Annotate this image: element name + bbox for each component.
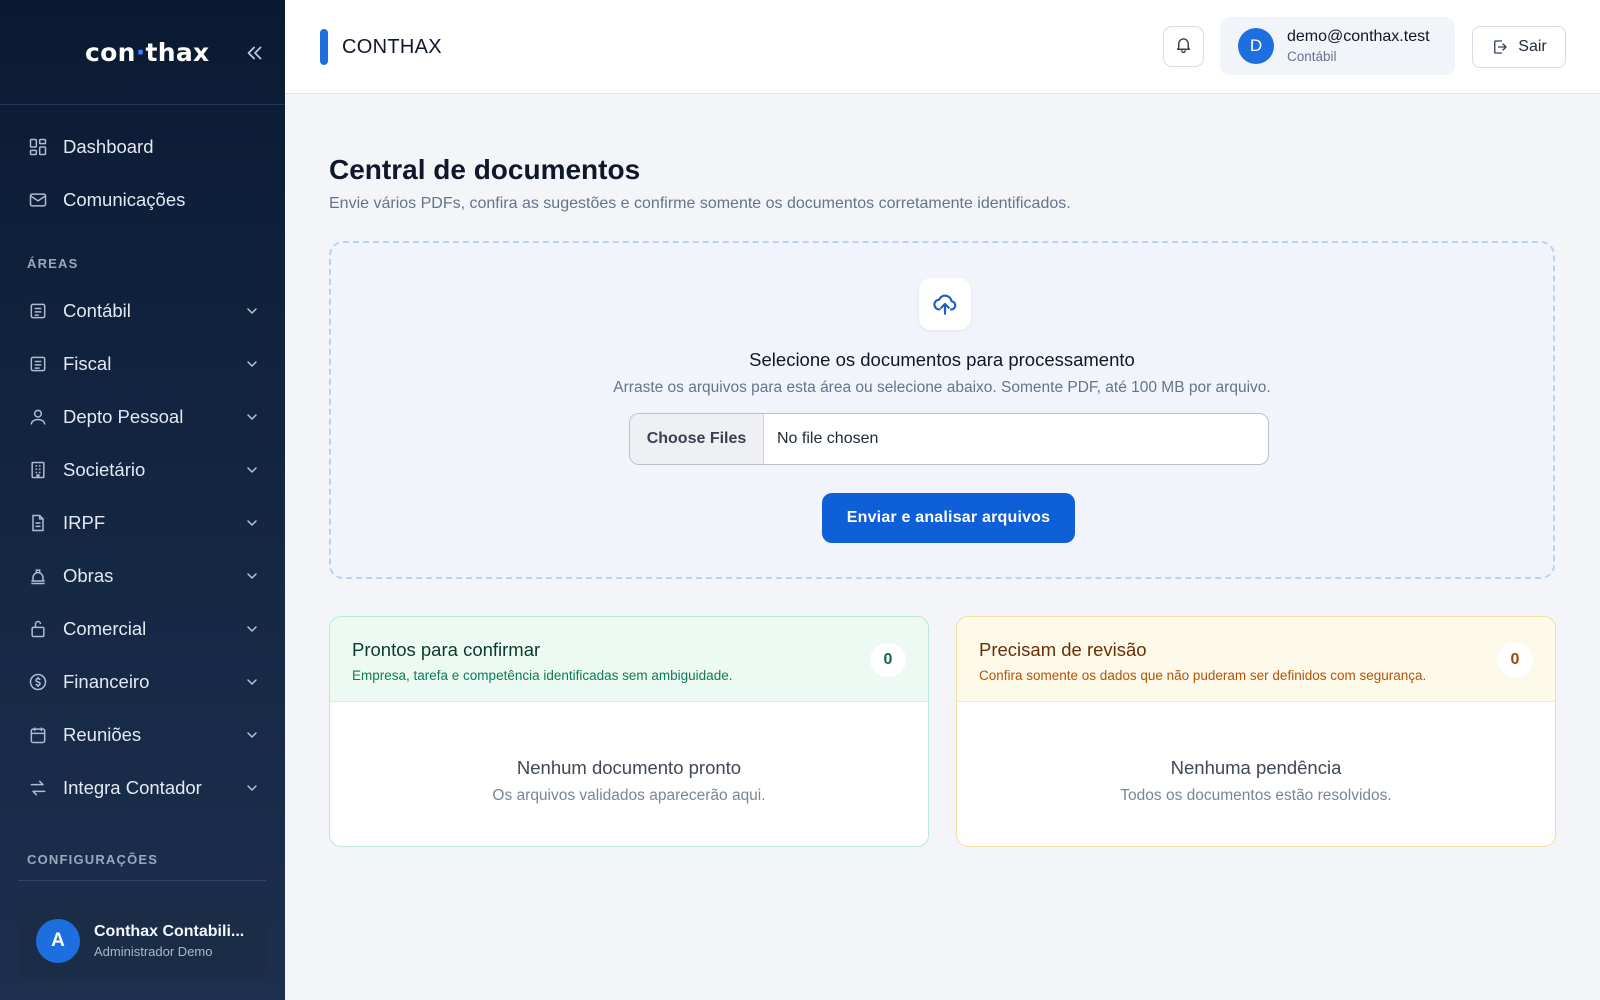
logout-button[interactable]: Sair [1472, 26, 1566, 68]
hardhat-icon [28, 566, 48, 586]
chevron-down-icon[interactable] [244, 462, 260, 478]
receipt-icon [28, 354, 48, 374]
file-icon [28, 513, 48, 533]
topbar: CONTHAX D demo@conthax.test Contábil Sai… [285, 0, 1600, 94]
sidebar-item-label: IRPF [63, 512, 106, 533]
sidebar-item-label: Comunicações [63, 189, 186, 210]
sidebar-item-comunicacoes[interactable]: Comunicações [18, 178, 268, 222]
swap-icon [28, 778, 48, 798]
account-role: Contábil [1287, 49, 1337, 64]
sidebar-item-label: Reuniões [63, 724, 142, 745]
sidebar-item-societario[interactable]: Societário [18, 448, 268, 492]
chevron-down-icon[interactable] [244, 727, 260, 743]
main-content: Central de documentos Envie vários PDFs,… [285, 94, 1600, 1000]
sidebar-header: con·thax [0, 0, 285, 105]
ready-panel-title: Prontos para confirmar [352, 639, 541, 660]
avatar: A [36, 919, 80, 963]
sidebar-item-label: Obras [63, 565, 114, 586]
sidebar-user-role: Administrador Demo [94, 944, 213, 959]
topbar-title: CONTHAX [342, 36, 442, 58]
ready-panel: Prontos para confirmar Empresa, tarefa e… [329, 616, 929, 847]
sidebar-user-card[interactable]: A Conthax Contabili... Administrador Dem… [18, 902, 266, 980]
collapse-sidebar-icon[interactable] [244, 42, 266, 64]
review-panel: Precisam de revisão Confira somente os d… [956, 616, 1556, 847]
ready-empty-subtitle: Os arquivos validados aparecerão aqui. [492, 787, 766, 804]
bag-icon [28, 619, 48, 639]
ready-empty-title: Nenhum documento pronto [516, 757, 742, 778]
ready-panel-subtitle: Empresa, tarefa e competência identifica… [352, 668, 733, 683]
calendar-icon [28, 725, 48, 745]
section-heading-areas: ÁREAS [27, 256, 79, 271]
building-icon [28, 460, 48, 480]
chevron-down-icon[interactable] [244, 621, 260, 637]
chevron-down-icon[interactable] [244, 303, 260, 319]
upload-subtitle: Arraste os arquivos para esta área ou se… [613, 379, 1271, 396]
review-empty-title: Nenhuma pendência [1170, 757, 1342, 778]
mail-icon [28, 190, 48, 210]
review-panel-title: Precisam de revisão [979, 639, 1147, 660]
page-subtitle: Envie vários PDFs, confira as sugestões … [329, 195, 1071, 212]
sidebar-item-label: Integra Contador [63, 777, 202, 798]
review-panel-header: Precisam de revisão Confira somente os d… [957, 617, 1555, 702]
logo-text-right: thax [145, 38, 210, 67]
upload-dropzone[interactable]: Selecione os documentos para processamen… [329, 241, 1555, 579]
logout-icon [1491, 38, 1509, 56]
grid-icon [28, 137, 48, 157]
sidebar-item-label: Fiscal [63, 353, 112, 374]
chevron-down-icon[interactable] [244, 356, 260, 372]
sidebar-item-obras[interactable]: Obras [18, 554, 268, 598]
account-text: demo@conthax.test Contábil [1287, 28, 1430, 64]
review-empty-subtitle: Todos os documentos estão resolvidos. [1120, 787, 1392, 804]
ready-count-badge: 0 [870, 643, 906, 677]
sidebar-item-label: Comercial [63, 618, 147, 639]
sidebar-item-label: Depto Pessoal [63, 406, 184, 427]
sidebar-item-label: Dashboard [63, 136, 154, 157]
sidebar-item-label: Financeiro [63, 671, 150, 692]
account-email: demo@conthax.test [1287, 28, 1430, 45]
sidebar-item-contabil[interactable]: Contábil [18, 289, 268, 333]
sidebar-item-reunioes[interactable]: Reuniões [18, 713, 268, 757]
account-menu[interactable]: D demo@conthax.test Contábil [1220, 17, 1455, 75]
coin-icon [28, 672, 48, 692]
chevron-down-icon[interactable] [244, 568, 260, 584]
sidebar-item-irpf[interactable]: IRPF [18, 501, 268, 545]
choose-files-button[interactable]: Choose Files [630, 414, 764, 464]
sidebar-item-comercial[interactable]: Comercial [18, 607, 268, 651]
upload-title: Selecione os documentos para processamen… [749, 349, 1135, 370]
logo-text-left: con [85, 38, 136, 67]
bell-icon [1174, 35, 1193, 59]
ledger-icon [28, 301, 48, 321]
sidebar-item-fiscal[interactable]: Fiscal [18, 342, 268, 386]
sidebar-item-depto-pessoal[interactable]: Depto Pessoal [18, 395, 268, 439]
sidebar-item-label: Contábil [63, 300, 131, 321]
chevron-down-icon[interactable] [244, 674, 260, 690]
chevron-down-icon[interactable] [244, 409, 260, 425]
chevron-down-icon[interactable] [244, 780, 260, 796]
review-panel-subtitle: Confira somente os dados que não puderam… [979, 668, 1427, 683]
ready-panel-header: Prontos para confirmar Empresa, tarefa e… [330, 617, 928, 702]
file-input[interactable]: Choose Files No file chosen [629, 413, 1269, 465]
avatar: D [1238, 28, 1274, 64]
sidebar-item-financeiro[interactable]: Financeiro [18, 660, 268, 704]
sidebar-item-label: Societário [63, 459, 146, 480]
sidebar-item-dashboard[interactable]: Dashboard [18, 125, 268, 169]
sidebar: con·thax Dashboard Comunicações ÁREAS Co… [0, 0, 285, 1000]
section-heading-configuracoes: CONFIGURAÇÕES [27, 852, 159, 867]
logo: con·thax [85, 38, 209, 67]
submit-analyze-button[interactable]: Enviar e analisar arquivos [822, 493, 1075, 543]
review-count-badge: 0 [1497, 643, 1533, 677]
logo-dot: · [135, 38, 146, 67]
title-accent-bar [320, 29, 328, 65]
user-icon [28, 407, 48, 427]
logout-label: Sair [1518, 38, 1547, 55]
notifications-button[interactable] [1163, 26, 1204, 67]
sidebar-item-integra-contador[interactable]: Integra Contador [18, 766, 268, 810]
sidebar-divider [18, 880, 266, 881]
file-status: No file chosen [777, 430, 879, 447]
sidebar-user-text: Conthax Contabili... Administrador Demo [94, 923, 244, 959]
cloud-upload-icon [919, 278, 971, 330]
chevron-down-icon[interactable] [244, 515, 260, 531]
sidebar-user-name: Conthax Contabili... [94, 923, 245, 940]
page-title: Central de documentos [329, 154, 641, 185]
